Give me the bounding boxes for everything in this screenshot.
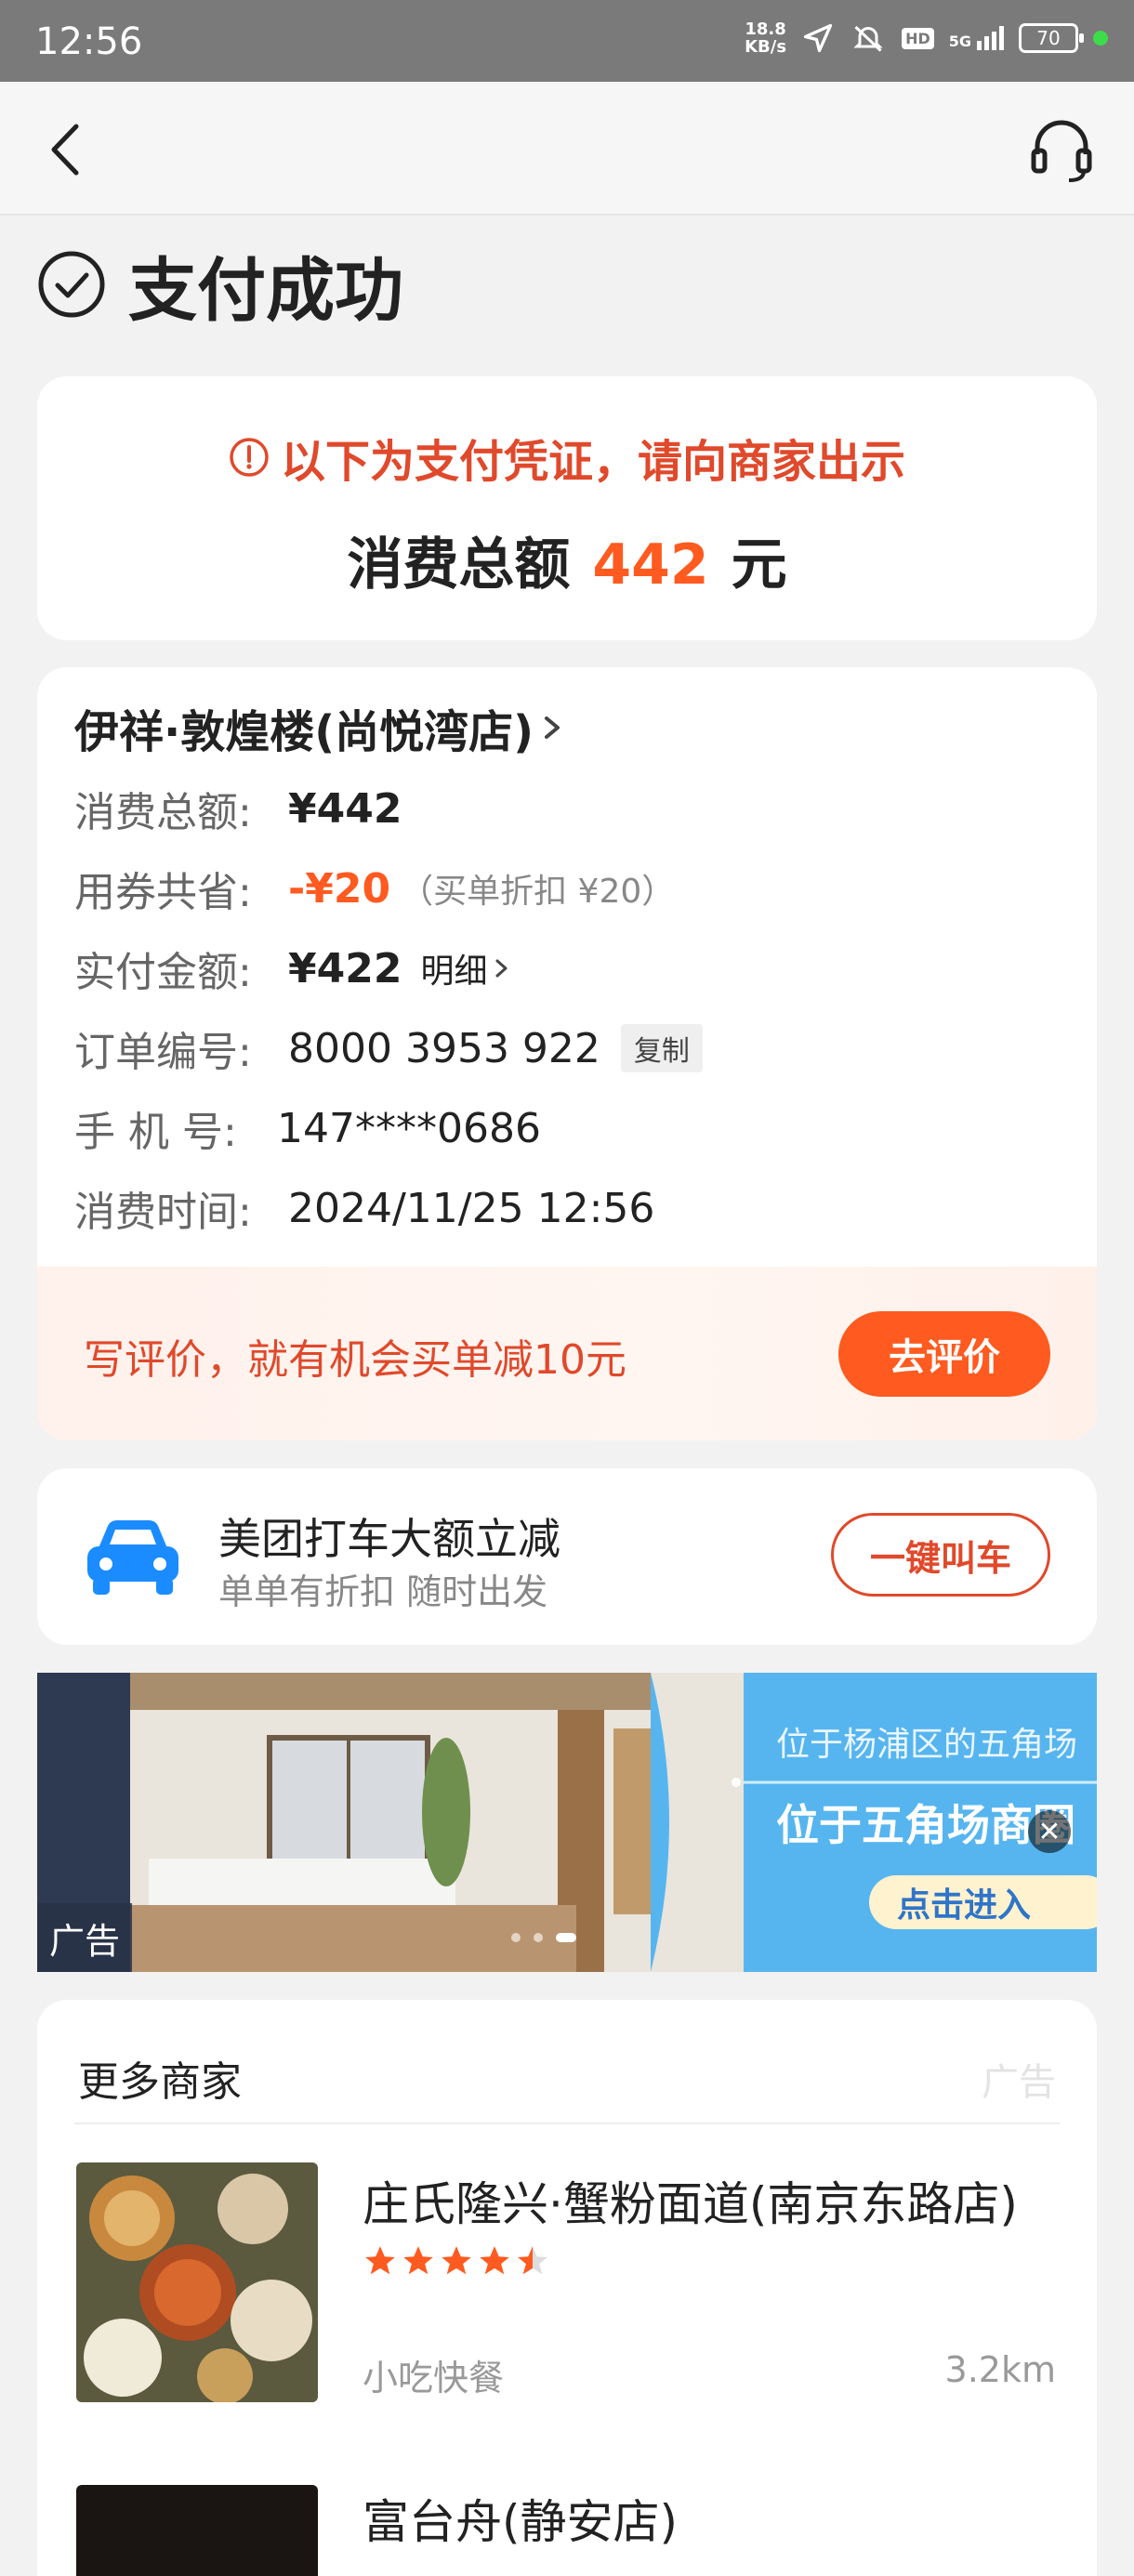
check-circle-icon	[38, 251, 105, 318]
store-name: 伊祥·敦煌楼(尚悦湾店)	[74, 706, 534, 758]
status-time: 12:56	[35, 20, 143, 63]
copy-button[interactable]: 复制	[620, 1024, 703, 1072]
ad-cta-label: 点击进入	[897, 1886, 1032, 1925]
back-button[interactable]	[37, 117, 102, 182]
row-label: 订单编号:	[74, 1029, 252, 1076]
status-bar: 12:56 18.8 KB/s HD 5G 70	[0, 0, 1134, 82]
alert-circle-icon	[230, 438, 269, 477]
taxi-subtitle: 单单有折扣 随时出发	[218, 1571, 548, 1612]
row-value: 2024/11/25 12:56	[288, 1184, 655, 1232]
merchant-name[interactable]: 庄氏隆兴·蟹粉面道(南京东路店)	[363, 2167, 1018, 2234]
voucher-total: 消费总额 442 元	[37, 519, 1097, 600]
section-title: 更多商家	[78, 2058, 242, 2106]
ad-tag: 广告	[37, 1903, 132, 1972]
merchant-distance: 3.2km	[944, 2349, 1056, 2390]
order-row-time: 消费时间: 2024/11/25 12:56	[74, 1178, 654, 1238]
divider	[74, 2123, 1060, 2124]
order-row-total: 消费总额: ¥442	[74, 779, 402, 838]
row-label: 实付金额:	[74, 949, 252, 996]
star-icon	[365, 2246, 395, 2275]
star-icon	[403, 2246, 433, 2275]
carousel-indicator	[511, 1933, 576, 1942]
payment-voucher-card: 以下为支付凭证，请向商家出示 消费总额 442 元	[37, 376, 1097, 640]
row-label: 消费总额:	[74, 789, 252, 836]
ad-banner[interactable]: 位于杨浦区的五角场 位于五角场商圈 点击进入 ✕ 广告	[37, 1673, 1097, 1972]
row-value: -¥20	[288, 864, 391, 913]
status-icons: 18.8 KB/s HD 5G 70	[745, 20, 1108, 56]
review-promo-text: 写评价，就有机会买单减10元	[84, 1336, 626, 1384]
row-value: ¥442	[288, 784, 402, 833]
order-detail-card: 伊祥·敦煌楼(尚悦湾店) 消费总额: ¥442 用券共省: -¥20 （买单折扣…	[37, 667, 1097, 1440]
headset-icon	[1031, 120, 1092, 182]
payment-success-heading: 支付成功	[37, 238, 403, 331]
row-value: ¥422	[288, 944, 402, 992]
call-taxi-button[interactable]: 一键叫车	[831, 1513, 1050, 1597]
order-row-paid: 实付金额: ¥422 明细	[74, 939, 515, 998]
carousel-dot	[511, 1933, 521, 1942]
net-speed: 18.8 KB/s	[745, 20, 786, 56]
ad-label: 广告	[982, 2061, 1056, 2104]
hd-icon: HD	[902, 27, 934, 49]
star-icon	[442, 2246, 471, 2275]
row-label: 用券共省:	[74, 869, 252, 916]
signal-icon: 5G	[949, 26, 1004, 50]
location-icon	[803, 23, 833, 53]
close-icon[interactable]: ✕	[1028, 1810, 1071, 1853]
row-value: 147****0686	[277, 1104, 541, 1152]
order-row-number: 订单编号: 8000 3953 922 复制	[74, 1019, 703, 1078]
more-merchants-section: 更多商家 广告 庄氏隆兴·蟹粉面道(南京东路店) 小吃快餐 3.2km 富台舟(…	[37, 2000, 1097, 2576]
net-speed-unit: KB/s	[745, 37, 787, 57]
total-unit: 元	[731, 532, 787, 598]
total-amount: 442	[592, 532, 709, 598]
order-row-phone: 手 机 号: 147****0686	[74, 1098, 541, 1158]
customer-service-button[interactable]	[1026, 113, 1097, 184]
net-speed-value: 18.8	[745, 20, 786, 39]
battery-icon: 70	[1019, 23, 1084, 53]
order-row-saved: 用券共省: -¥20 （买单折扣 ¥20）	[74, 859, 675, 918]
detail-link-label: 明细	[420, 953, 488, 991]
merchant-name[interactable]: 富台舟(静安店)	[363, 2485, 678, 2552]
detail-link[interactable]: 明细	[420, 944, 515, 992]
star-half-icon	[518, 2246, 547, 2275]
chevron-right-icon	[495, 959, 508, 978]
total-label: 消费总额	[347, 532, 571, 598]
food-photo	[76, 2162, 318, 2402]
chevron-left-icon	[51, 124, 79, 176]
merchant-thumbnail[interactable]	[76, 2485, 318, 2576]
carousel-dot	[534, 1933, 543, 1942]
row-note: （买单折扣 ¥20）	[400, 873, 676, 911]
write-review-button[interactable]: 去评价	[838, 1311, 1050, 1397]
rating-stars	[363, 2243, 550, 2279]
page-title: 支付成功	[128, 250, 403, 331]
taxi-promo-card: 美团打车大额立减 单单有折扣 随时出发 一键叫车	[37, 1468, 1097, 1645]
voucher-notice: 以下为支付凭证，请向商家出示	[37, 425, 1097, 490]
chevron-right-icon	[545, 716, 560, 739]
merchant-thumbnail[interactable]	[76, 2162, 318, 2402]
battery-level: 70	[1036, 27, 1061, 49]
review-banner: 写评价，就有机会买单减10元 去评价	[37, 1267, 1097, 1440]
mute-icon	[853, 25, 883, 52]
star-icon	[480, 2246, 509, 2275]
merchant-category: 小吃快餐	[363, 2358, 505, 2399]
store-name-link[interactable]: 伊祥·敦煌楼(尚悦湾店)	[74, 695, 571, 760]
nav-header	[0, 82, 1134, 216]
ad-cta-button[interactable]: 点击进入	[869, 1875, 1097, 1929]
signal-label: 5G	[948, 33, 971, 50]
voucher-notice-text: 以下为支付凭证，请向商家出示	[280, 436, 905, 488]
row-label: 手 机 号:	[74, 1109, 237, 1156]
car-icon	[87, 1520, 178, 1595]
ad-headline: 位于杨浦区的五角场	[776, 1726, 1078, 1764]
taxi-title: 美团打车大额立减	[218, 1514, 560, 1564]
privacy-indicator-icon	[1093, 31, 1108, 46]
row-value: 8000 3953 922	[288, 1024, 600, 1072]
row-label: 消费时间:	[74, 1189, 252, 1236]
carousel-dot-active	[556, 1933, 576, 1942]
